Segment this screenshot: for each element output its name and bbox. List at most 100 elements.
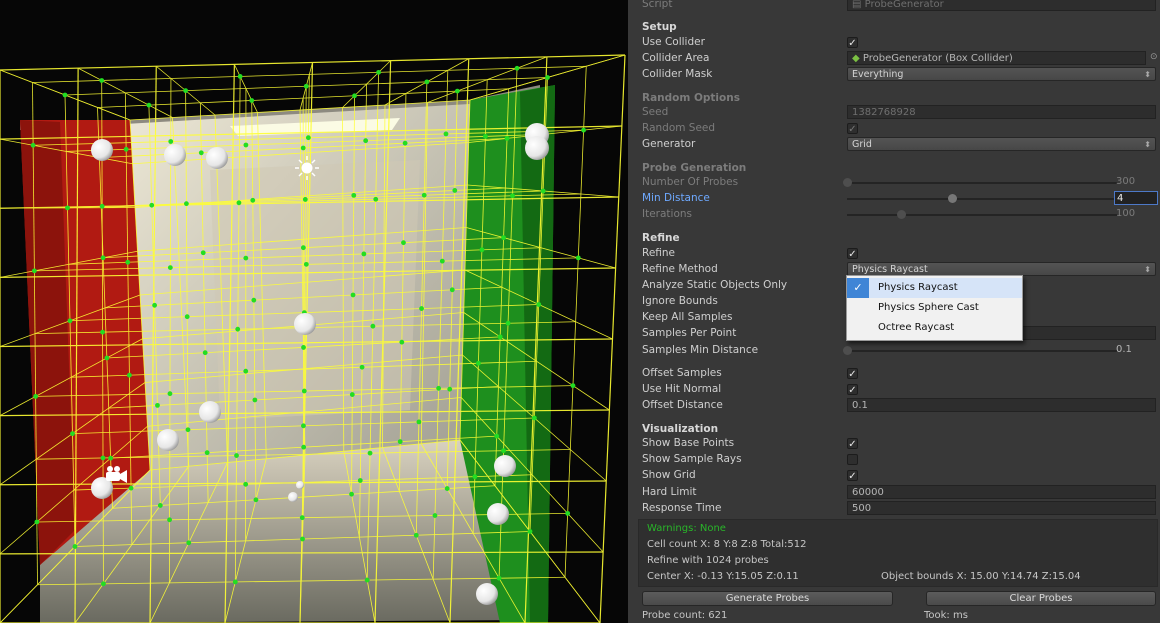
probe-point (243, 481, 249, 487)
refine-method-dropdown[interactable]: Physics Raycast ⬍ (847, 262, 1156, 276)
reflection-probe (487, 503, 509, 525)
probe-point (436, 385, 442, 391)
probe-point (300, 245, 306, 251)
slider-thumb[interactable] (843, 346, 852, 355)
samples-min-distance-slider[interactable] (843, 346, 1117, 355)
probe-point (30, 142, 36, 148)
collider-mask-value: Everything (852, 69, 904, 80)
clear-probes-button[interactable]: Clear Probes (926, 591, 1156, 606)
show-grid-checkbox[interactable]: ✓ (847, 470, 858, 482)
probe-point (104, 355, 110, 361)
analyze-static-label: Analyze Static Objects Only (642, 279, 788, 291)
scene-view[interactable] (0, 0, 628, 623)
slider-thumb[interactable] (897, 210, 906, 219)
probe-point (359, 364, 365, 370)
seed-field[interactable]: 1382768928 (847, 105, 1156, 119)
section-refine: Refine (642, 232, 680, 244)
reflection-probe (294, 313, 316, 335)
collider-area-field[interactable]: ◆ ProbeGenerator (Box Collider) (847, 51, 1146, 65)
offset-samples-checkbox[interactable]: ✓ (847, 368, 858, 380)
probe-point (243, 142, 249, 148)
probe-point (444, 486, 450, 491)
probe-point (149, 202, 155, 208)
probe-point (123, 146, 129, 152)
script-value: ProbeGenerator (864, 0, 944, 10)
option-physics-raycast[interactable]: ✓ Physics Raycast (847, 278, 1022, 298)
probe-point (186, 540, 192, 546)
reflection-probe (288, 492, 298, 502)
probe-point (361, 251, 367, 257)
number-of-probes-slider[interactable] (843, 178, 1117, 187)
probe-point (301, 345, 306, 350)
probe-point (443, 131, 449, 137)
probe-point (401, 240, 406, 246)
probe-point (251, 297, 257, 303)
iterations-slider[interactable] (847, 210, 1117, 219)
show-sample-rays-checkbox[interactable] (847, 454, 858, 465)
show-base-points-checkbox[interactable]: ✓ (847, 438, 858, 450)
number-of-probes-value[interactable]: 300 (1114, 175, 1160, 189)
random-seed-checkbox[interactable]: ✓ (847, 123, 858, 135)
slider-thumb[interactable] (948, 194, 958, 203)
probe-point (349, 392, 355, 397)
probe-point (34, 519, 40, 525)
probe-point (303, 261, 309, 267)
probe-point (402, 140, 408, 146)
script-label: Script (642, 0, 673, 10)
slider-thumb[interactable] (843, 178, 852, 187)
object-picker-icon[interactable]: ⊙ (1150, 52, 1158, 62)
refine-method-popup: ✓ Physics Raycast Physics Sphere Cast Oc… (846, 275, 1023, 341)
script-file-icon: ▤ (852, 0, 865, 10)
reflection-probe (91, 139, 113, 161)
probe-point (447, 386, 453, 392)
iterations-value[interactable]: 100 (1114, 207, 1160, 221)
min-distance-label: Min Distance (642, 192, 710, 204)
samples-min-distance-value[interactable]: 0.1 (1114, 343, 1160, 357)
probe-point (494, 433, 500, 439)
offset-distance-field[interactable]: 0.1 (847, 398, 1156, 412)
probe-point (301, 388, 307, 394)
probe-point (243, 255, 249, 261)
section-setup: Setup (642, 21, 677, 33)
probe-point (424, 79, 430, 85)
refine-with-text: Refine with 1024 probes (647, 555, 769, 566)
probe-point (243, 368, 249, 374)
probe-point (483, 133, 488, 139)
center-text: Center X: -0.13 Y:15.05 Z:0.11 (647, 571, 799, 582)
hard-limit-field[interactable]: 60000 (847, 485, 1156, 499)
script-field[interactable]: ▤ ProbeGenerator (847, 0, 1156, 11)
option-label: Physics Raycast (878, 282, 958, 293)
generate-probes-button[interactable]: Generate Probes (642, 591, 893, 606)
probe-point (33, 394, 39, 399)
probe-point (352, 93, 357, 99)
reflection-probe (296, 481, 304, 489)
probe-point (99, 78, 105, 83)
use-collider-checkbox[interactable]: ✓ (847, 37, 858, 49)
refine-method-value: Physics Raycast (852, 264, 928, 275)
option-label: Octree Raycast (878, 322, 955, 333)
collider-mask-dropdown[interactable]: Everything ⬍ (847, 67, 1156, 81)
probe-point (31, 268, 37, 274)
cell-count-text: Cell count X: 8 Y:8 Z:8 Total:512 (647, 539, 807, 550)
probe-point (536, 302, 542, 307)
min-distance-slider[interactable] (847, 194, 1117, 203)
generator-dropdown[interactable]: Grid ⬍ (847, 137, 1156, 151)
response-time-field[interactable]: 500 (847, 501, 1156, 515)
samples-per-point-label: Samples Per Point (642, 327, 737, 339)
probe-point (183, 88, 189, 94)
refine-checkbox[interactable]: ✓ (847, 248, 858, 260)
option-physics-sphere-cast[interactable]: Physics Sphere Cast (847, 298, 1022, 318)
probe-point (540, 188, 546, 194)
probe-point (373, 196, 379, 202)
probe-point (67, 318, 73, 324)
probe-point (527, 529, 533, 534)
probe-point (501, 235, 506, 241)
probe-point (125, 259, 131, 265)
probe-point (452, 188, 458, 193)
show-sample-rays-label: Show Sample Rays (642, 453, 742, 465)
probe-point (301, 444, 307, 450)
option-octree-raycast[interactable]: Octree Raycast (847, 318, 1022, 338)
probe-point (479, 247, 485, 253)
min-distance-value[interactable]: 4 (1114, 191, 1158, 205)
use-hit-normal-checkbox[interactable]: ✓ (847, 384, 858, 396)
